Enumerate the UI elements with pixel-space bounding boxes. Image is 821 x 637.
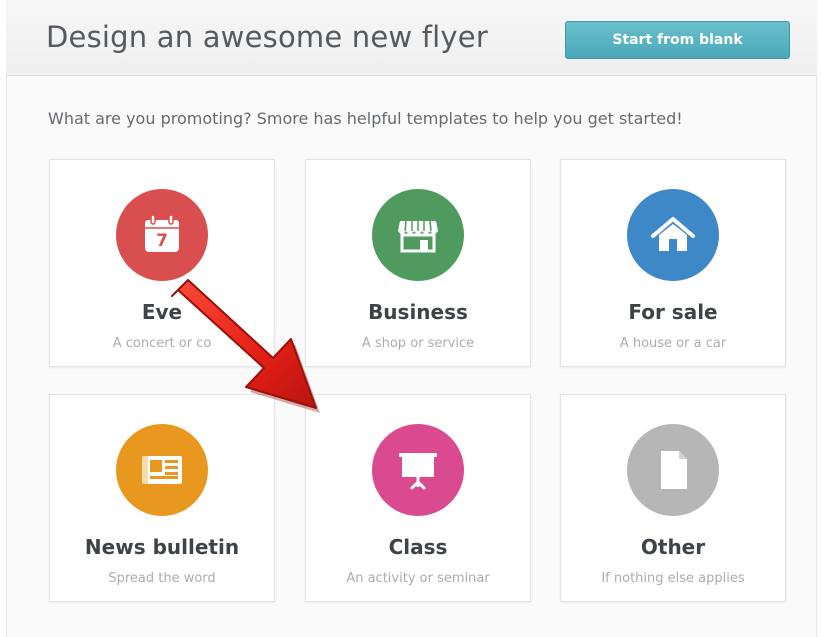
house-icon — [627, 189, 719, 281]
template-card-business[interactable]: Business A shop or service — [305, 159, 531, 367]
document-icon — [627, 424, 719, 516]
presentation-board-icon — [372, 424, 464, 516]
template-card-for-sale[interactable]: For sale A house or a car — [560, 159, 786, 367]
start-from-blank-button[interactable]: Start from blank — [565, 21, 790, 59]
template-card-class[interactable]: Class An activity or seminar — [305, 394, 531, 602]
promotion-prompt: What are you promoting? Smore has helpfu… — [48, 109, 683, 128]
template-card-other[interactable]: Other If nothing else applies — [560, 394, 786, 602]
dialog-header: Design an awesome new flyer Start from b… — [6, 0, 817, 76]
page-title: Design an awesome new flyer — [46, 20, 488, 54]
calendar-day-number: 7 — [156, 231, 168, 251]
card-title: Business — [368, 300, 468, 324]
card-title: Eve — [141, 300, 183, 324]
card-title: For sale — [628, 300, 718, 324]
card-subtitle: An activity or seminar — [346, 571, 490, 586]
newspaper-icon — [116, 424, 208, 516]
card-title: Class — [388, 535, 448, 559]
card-subtitle: If nothing else applies — [601, 571, 745, 586]
template-card-event[interactable]: 7 Eve A concert or co — [49, 159, 275, 367]
card-title: News bulletin — [84, 535, 240, 559]
template-card-news-bulletin[interactable]: News bulletin Spread the word — [49, 394, 275, 602]
calendar-icon: 7 — [116, 189, 208, 281]
card-title: Other — [640, 535, 706, 559]
card-subtitle: A house or a car — [619, 336, 727, 351]
card-subtitle: Spread the word — [108, 571, 216, 586]
card-subtitle: A shop or service — [361, 336, 475, 351]
storefront-icon — [372, 189, 464, 281]
card-subtitle: A concert or co — [112, 336, 212, 351]
